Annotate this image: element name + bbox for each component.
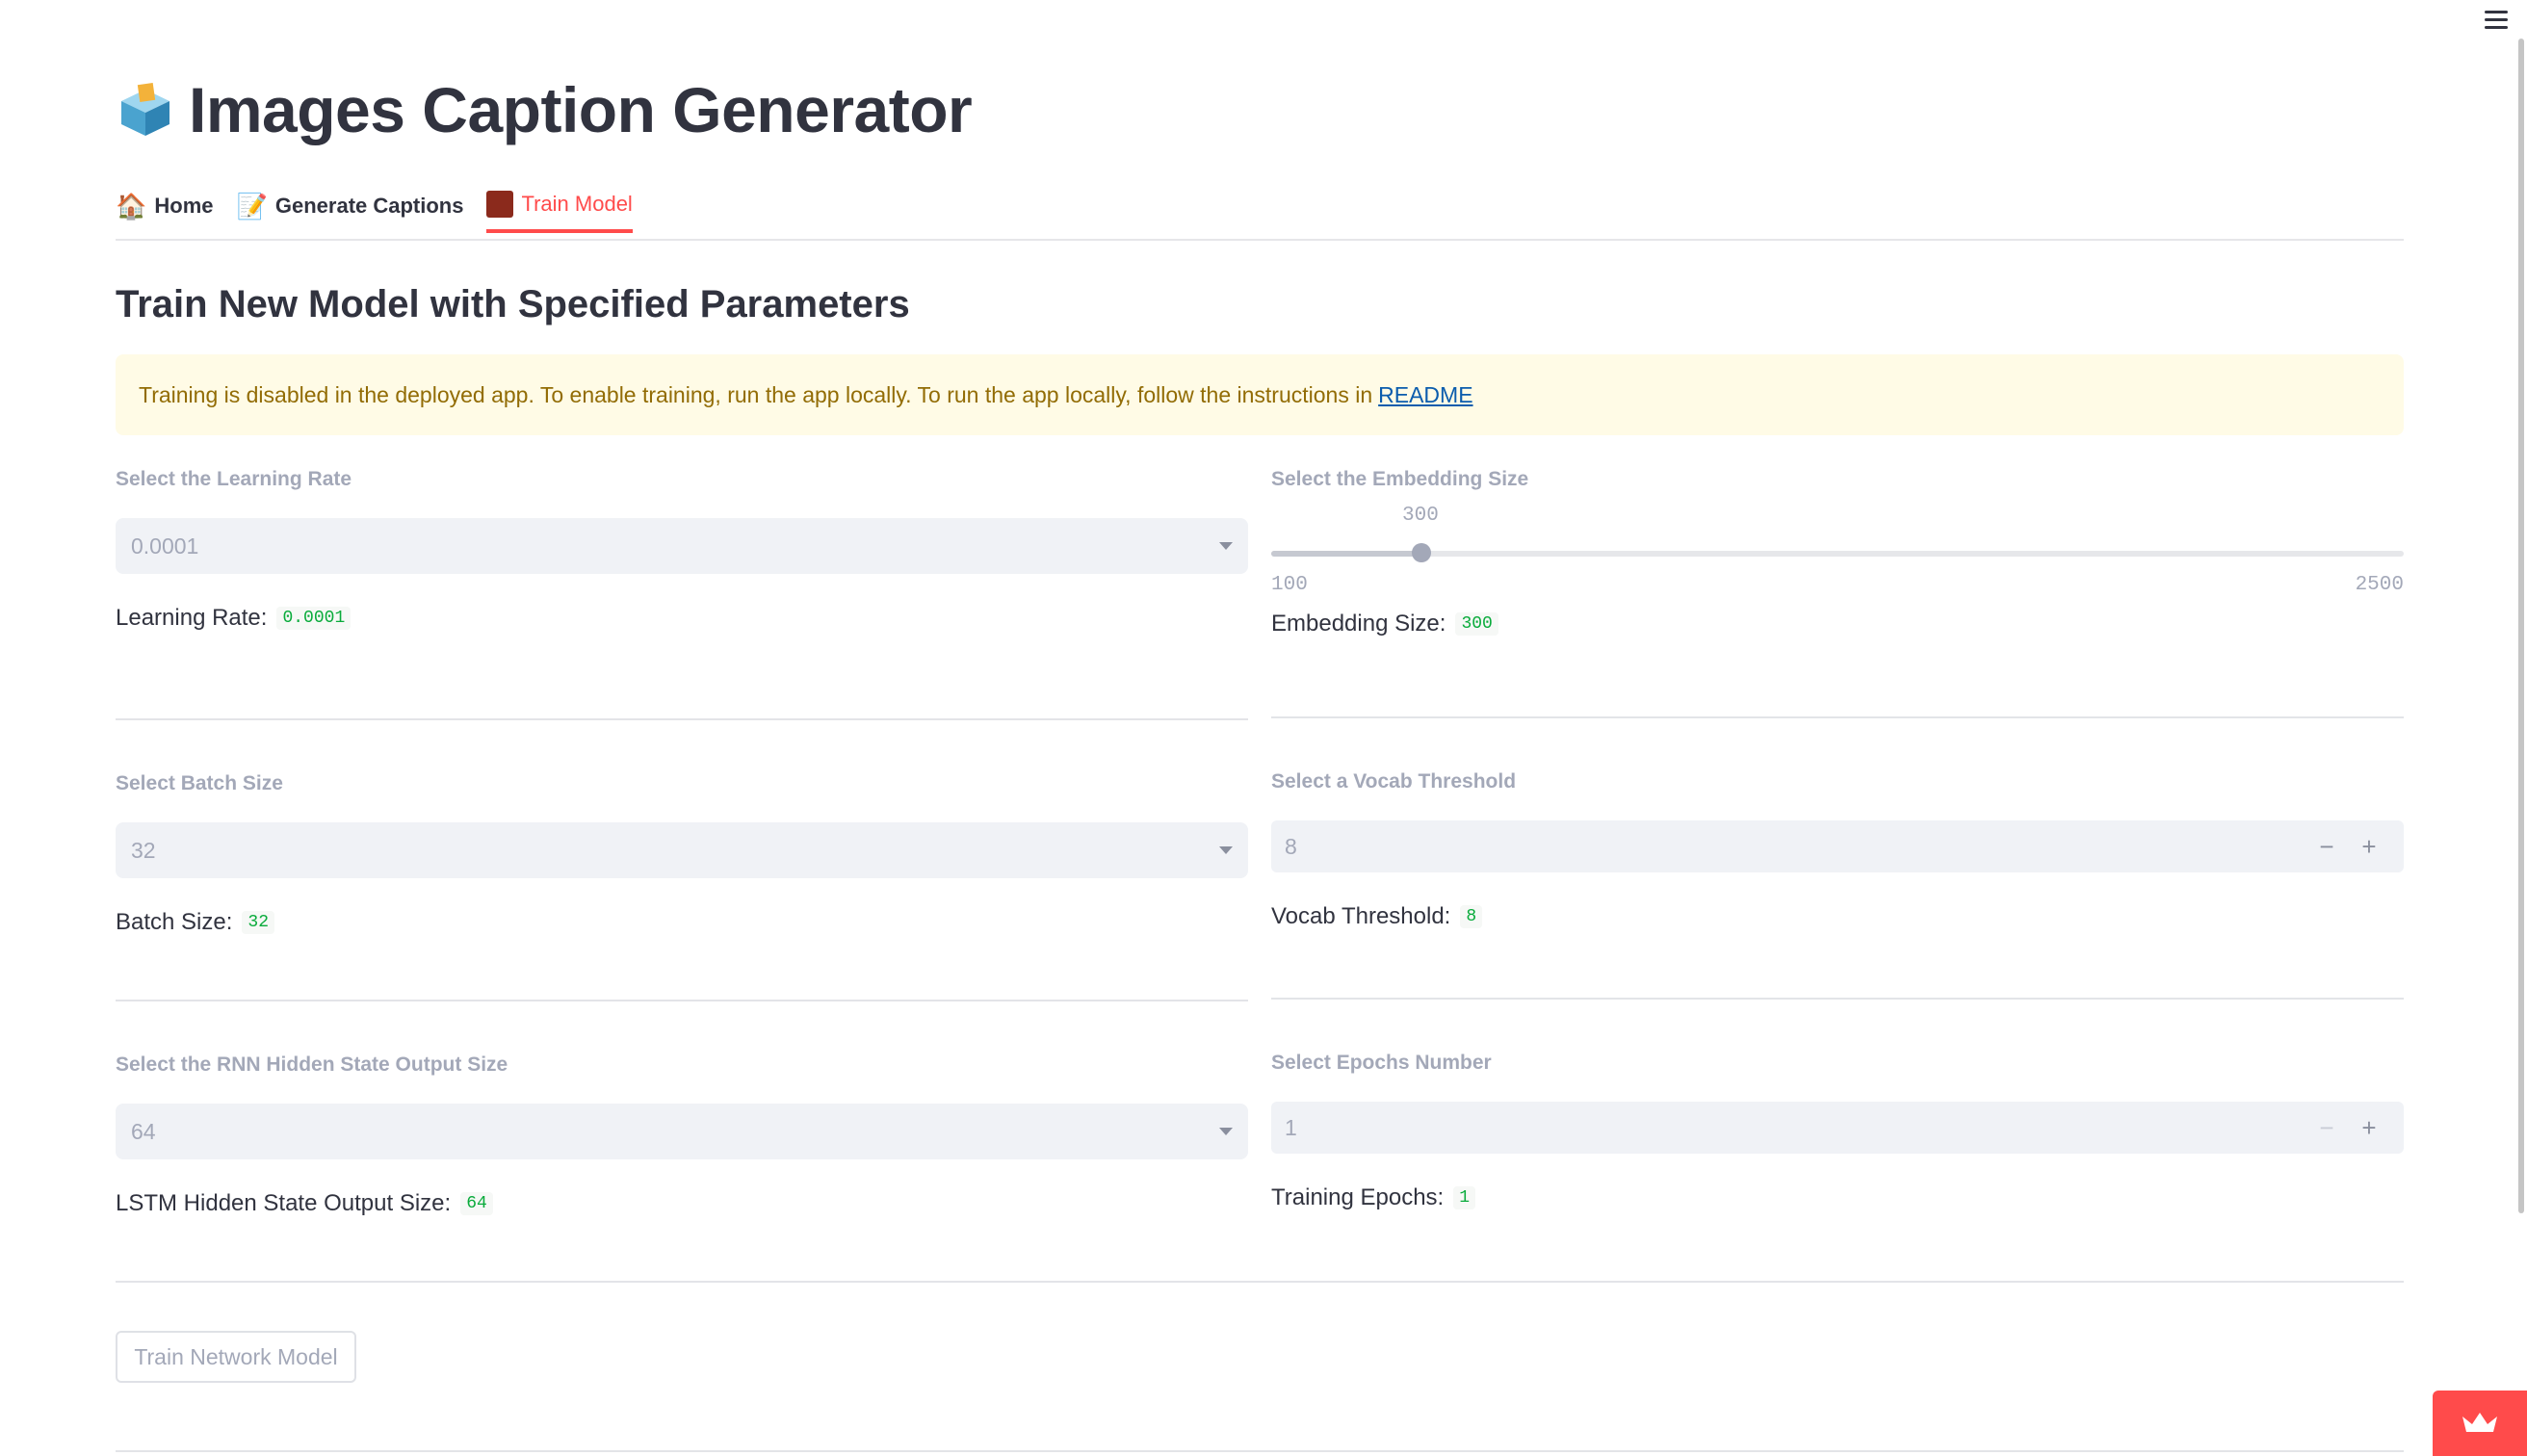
tab-home[interactable]: 🏠 Home [116, 179, 214, 233]
divider [1271, 716, 2404, 718]
result-value: 8 [1460, 905, 1483, 928]
readme-link[interactable]: README [1378, 382, 1472, 408]
batch-size-select[interactable]: 32 [116, 822, 1248, 878]
vocab-threshold-result: Vocab Threshold: 8 [1271, 903, 2404, 930]
divider [116, 1281, 2404, 1283]
learning-rate-result: Learning Rate: 0.0001 [116, 605, 1248, 632]
train-network-model-button[interactable]: Train Network Model [116, 1331, 356, 1383]
scrollbar-thumb[interactable] [2518, 39, 2524, 1213]
ballot-box-icon [121, 82, 169, 136]
scrollbar[interactable] [2515, 39, 2527, 1213]
epochs-column: Select Epochs Number 1 − + Training Epoc… [1271, 1052, 2404, 1211]
tab-label: Home [154, 194, 214, 218]
result-label: Training Epochs: [1271, 1184, 1445, 1210]
page-title: Images Caption Generator [189, 74, 973, 145]
result-label: Vocab Threshold: [1271, 903, 1451, 929]
result-value: 1 [1453, 1186, 1476, 1209]
section-subheader: Train New Model with Specified Parameter… [116, 283, 910, 325]
result-label: Learning Rate: [116, 605, 268, 631]
slider-current-value: 300 [1402, 505, 1439, 527]
hidden-size-label: Select the RNN Hidden State Output Size [116, 1053, 508, 1076]
app-window: Images Caption Generator 🏠 Home 📝 Genera… [0, 0, 2527, 1456]
select-value: 32 [131, 837, 156, 863]
streamlit-badge[interactable] [2433, 1391, 2527, 1456]
header: Images Caption Generator [116, 58, 2404, 162]
hidden-size-select[interactable]: 64 [116, 1104, 1248, 1159]
decrement-button[interactable]: − [2306, 1113, 2348, 1143]
hamburger-menu-icon[interactable] [2479, 6, 2514, 35]
learning-rate-label: Select the Learning Rate [116, 468, 352, 490]
increment-button[interactable]: + [2348, 832, 2390, 862]
embedding-size-slider[interactable]: 300 100 2500 [1271, 495, 2404, 596]
increment-button[interactable]: + [2348, 1113, 2390, 1143]
tab-generate-captions[interactable]: 📝 Generate Captions [237, 179, 464, 233]
result-value: 300 [1455, 612, 1498, 636]
result-value: 0.0001 [276, 607, 352, 630]
memo-icon: 📝 [236, 191, 268, 221]
divider [116, 1450, 2404, 1452]
input-value: 8 [1285, 833, 1297, 859]
learning-rate-select[interactable]: 0.0001 [116, 518, 1248, 574]
divider [1271, 998, 2404, 1000]
select-value: 0.0001 [131, 533, 199, 559]
chevron-down-icon [1219, 542, 1233, 550]
result-value: 64 [460, 1192, 493, 1215]
epochs-result: Training Epochs: 1 [1271, 1184, 2404, 1211]
tab-train-model[interactable]: Train Model [486, 179, 633, 233]
vocab-threshold-label: Select a Vocab Threshold [1271, 770, 1517, 793]
vocab-threshold-column: Select a Vocab Threshold 8 − + Vocab Thr… [1271, 770, 2404, 930]
tab-label: Train Model [521, 192, 633, 216]
batch-size-column: Select Batch Size 32 Batch Size: 32 [116, 772, 1248, 936]
divider [116, 1000, 1248, 1001]
tab-label: Generate Captions [274, 194, 464, 218]
house-icon: 🏠 [116, 191, 147, 221]
vocab-threshold-input[interactable]: 8 − + [1271, 820, 2404, 872]
chevron-down-icon [1219, 1128, 1233, 1135]
divider [116, 718, 1248, 720]
slider-thumb[interactable] [1412, 543, 1431, 562]
input-value: 1 [1285, 1114, 1297, 1140]
chevron-down-icon [1219, 846, 1233, 854]
result-label: LSTM Hidden State Output Size: [116, 1190, 452, 1216]
embedding-size-label: Select the Embedding Size [1271, 468, 1529, 490]
embedding-size-result: Embedding Size: 300 [1271, 611, 2404, 637]
epochs-label: Select Epochs Number [1271, 1052, 1492, 1074]
slider-track[interactable] [1271, 551, 2404, 557]
warning-text: Training is disabled in the deployed app… [139, 381, 1373, 407]
slider-max: 2500 [2355, 574, 2404, 596]
result-value: 32 [242, 911, 275, 934]
crown-icon [2462, 1413, 2497, 1432]
embedding-size-column: Select the Embedding Size 300 100 2500 E… [1271, 468, 2404, 637]
result-label: Embedding Size: [1271, 611, 1446, 637]
abacus-icon [486, 191, 514, 218]
slider-min: 100 [1271, 574, 1308, 596]
main-content: Images Caption Generator 🏠 Home 📝 Genera… [116, 58, 2404, 435]
batch-size-label: Select Batch Size [116, 772, 283, 794]
result-label: Batch Size: [116, 909, 233, 935]
decrement-button[interactable]: − [2306, 832, 2348, 862]
hidden-size-column: Select the RNN Hidden State Output Size … [116, 1053, 1248, 1217]
warning-alert: Training is disabled in the deployed app… [116, 354, 2404, 435]
select-value: 64 [131, 1118, 156, 1144]
slider-fill [1271, 551, 1421, 557]
learning-rate-column: Select the Learning Rate 0.0001 Learning… [116, 468, 1248, 632]
batch-size-result: Batch Size: 32 [116, 909, 1248, 936]
tab-bar: 🏠 Home 📝 Generate Captions Train Model [116, 179, 2404, 241]
epochs-input[interactable]: 1 − + [1271, 1102, 2404, 1154]
hidden-size-result: LSTM Hidden State Output Size: 64 [116, 1190, 1248, 1217]
